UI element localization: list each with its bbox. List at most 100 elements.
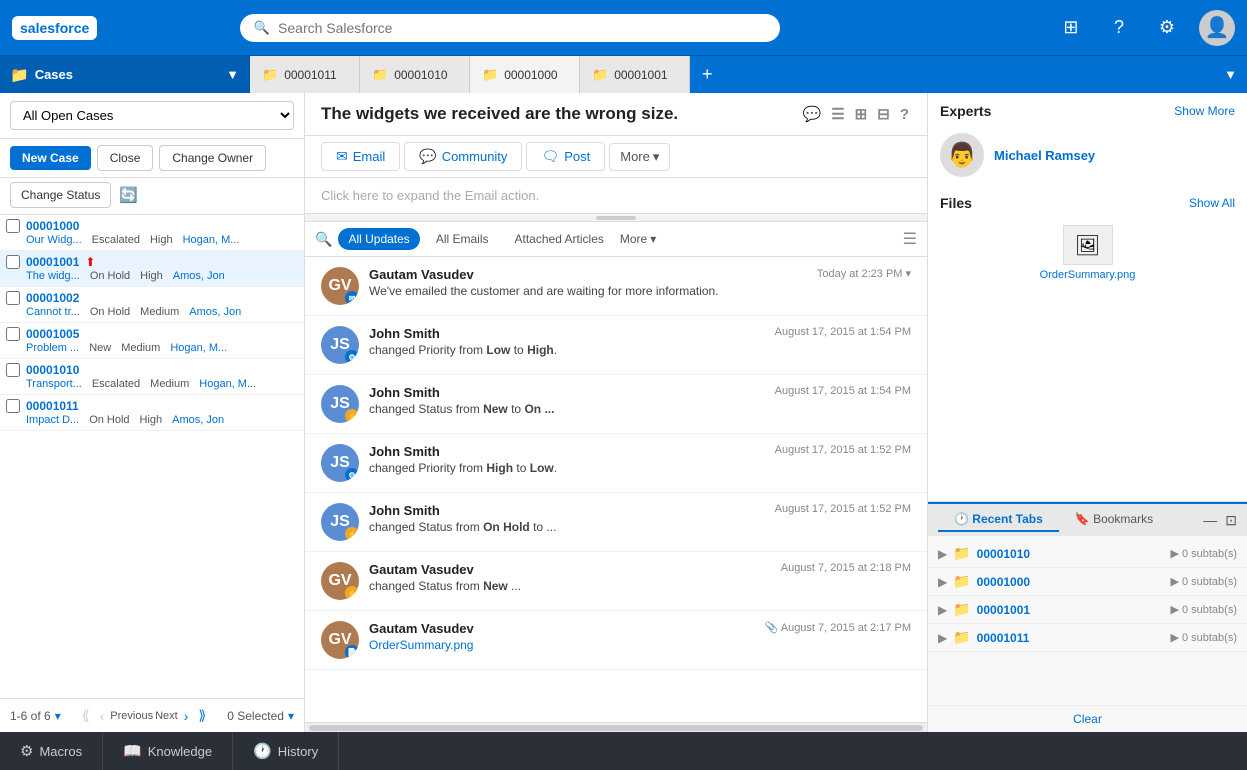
close-button[interactable]: Close: [97, 145, 154, 171]
question-icon[interactable]: ?: [898, 104, 911, 125]
cases-dropdown[interactable]: 📁 Cases ▼: [0, 56, 250, 93]
tab-00001001[interactable]: 📁 00001001: [580, 56, 690, 93]
tab-00001000[interactable]: 📁 00001000: [470, 56, 580, 93]
tab-add-button[interactable]: +: [692, 56, 723, 93]
grid-icon[interactable]: ⊞: [1055, 12, 1087, 44]
new-case-button[interactable]: New Case: [10, 146, 91, 170]
feed-badge-2: ⚡: [345, 409, 359, 423]
pagination-nav: ⟪ ‹ Previous Next › ⟫: [78, 705, 210, 726]
rt-toggle-1[interactable]: ▶: [938, 575, 947, 589]
refresh-icon[interactable]: 🔄: [119, 186, 138, 204]
case-checkbox-4[interactable]: [6, 363, 20, 377]
clear-button[interactable]: Clear: [928, 705, 1247, 732]
feed-avatar-5: GV ⚡: [321, 562, 359, 600]
tab-scroll-right[interactable]: ▼: [1214, 56, 1247, 93]
recent-tab-1[interactable]: ▶ 📁 00001000 ▶ 0 subtab(s): [928, 568, 1247, 596]
macros-tab[interactable]: ⚙ Macros: [0, 732, 103, 770]
case-row-0[interactable]: 00001000 Our Widg... Escalated High Hoga…: [0, 215, 304, 251]
feed-badge-3: ⚙: [345, 468, 359, 482]
email-action-area[interactable]: Click here to expand the Email action.: [305, 178, 927, 214]
post-action-tab[interactable]: 🗨 Post: [526, 142, 605, 171]
rb-tab-bookmarks[interactable]: 🔖 Bookmarks: [1059, 508, 1169, 532]
case-number-2[interactable]: 00001002: [26, 291, 79, 305]
show-more-experts[interactable]: Show More: [1174, 104, 1235, 118]
cases-dropdown-arrow[interactable]: ▼: [226, 67, 239, 82]
knowledge-tab[interactable]: 📖 Knowledge: [103, 732, 233, 770]
rt-sub-0[interactable]: ▶ 0 subtab(s): [1170, 547, 1237, 560]
case-row-2[interactable]: 00001002 Cannot tr... On Hold Medium Amo…: [0, 287, 304, 323]
filter-all-updates[interactable]: All Updates: [338, 228, 419, 250]
case-checkbox-1[interactable]: [6, 255, 20, 269]
sidebar-actions: New Case Close Change Owner: [0, 139, 304, 178]
case-row-4[interactable]: 00001010 Transport... Escalated Medium H…: [0, 359, 304, 395]
rb-tab-recent[interactable]: 🕐 Recent Tabs: [938, 508, 1059, 532]
feed-item-3: JS ⚙ John Smith August 17, 2015 at 1:52 …: [305, 434, 927, 493]
case-row-5[interactable]: 00001011 Impact D... On Hold High Amos, …: [0, 395, 304, 431]
case-row-1[interactable]: 00001001 ⬆ The widg... On Hold High Amos…: [0, 251, 304, 287]
rt-toggle-2[interactable]: ▶: [938, 603, 947, 617]
rt-sub-3[interactable]: ▶ 0 subtab(s): [1170, 631, 1237, 644]
rb-expand-icon[interactable]: ⊡: [1225, 512, 1237, 529]
tab-00001010[interactable]: 📁 00001010: [360, 56, 470, 93]
case-title-icons: 💬 ☰ ⊞ ⊟ ?: [801, 103, 911, 125]
macros-label: Macros: [39, 744, 82, 759]
rt-sub-2[interactable]: ▶ 0 subtab(s): [1170, 603, 1237, 616]
avatar[interactable]: 👤: [1199, 10, 1235, 46]
filter-all-emails[interactable]: All Emails: [426, 228, 499, 250]
file-item-0[interactable]: 🖼 OrderSummary.png: [940, 219, 1235, 287]
case-number-4[interactable]: 00001010: [26, 363, 79, 377]
selected-dropdown-icon[interactable]: ▾: [288, 709, 294, 723]
search-icon: 🔍: [254, 20, 270, 36]
comment-icon[interactable]: 💬: [801, 103, 824, 125]
pag-prev-btn[interactable]: ‹: [96, 706, 109, 726]
pagination-dropdown-icon[interactable]: ▾: [55, 709, 61, 723]
rt-toggle-0[interactable]: ▶: [938, 547, 947, 561]
settings-icon[interactable]: ⚙: [1151, 12, 1183, 44]
filter-more[interactable]: More ▾: [620, 232, 656, 246]
table-icon[interactable]: ⊟: [875, 103, 892, 125]
case-number-5[interactable]: 00001011: [26, 399, 79, 413]
feed-search-icon[interactable]: 🔍: [315, 231, 332, 248]
history-tab[interactable]: 🕐 History: [233, 732, 339, 770]
pag-first-btn[interactable]: ⟪: [78, 705, 94, 726]
case-row-3[interactable]: 00001005 Problem ... New Medium Hogan, M…: [0, 323, 304, 359]
list-icon[interactable]: ☰: [829, 103, 846, 125]
feed-time-6: 📎 August 7, 2015 at 2:17 PM: [765, 621, 911, 634]
expert-name-0[interactable]: Michael Ramsey: [994, 148, 1095, 163]
feed-badge-5: ⚡: [345, 586, 359, 600]
cases-filter-dropdown[interactable]: All Open Cases: [10, 101, 294, 130]
search-bar[interactable]: 🔍: [240, 14, 780, 42]
community-action-tab[interactable]: 💬 Community: [404, 142, 522, 171]
pag-next-btn[interactable]: ›: [180, 706, 193, 726]
rt-sub-1[interactable]: ▶ 0 subtab(s): [1170, 575, 1237, 588]
recent-tab-3[interactable]: ▶ 📁 00001011 ▶ 0 subtab(s): [928, 624, 1247, 652]
email-action-tab[interactable]: ✉ Email: [321, 142, 400, 171]
file-thumbnail-0: 🖼: [1063, 225, 1113, 265]
grid-view-icon[interactable]: ⊞: [853, 103, 870, 125]
rb-minimize-icon[interactable]: —: [1203, 512, 1217, 529]
case-list: 00001000 Our Widg... Escalated High Hoga…: [0, 215, 304, 698]
rt-toggle-3[interactable]: ▶: [938, 631, 947, 645]
case-checkbox-2[interactable]: [6, 291, 20, 305]
search-input[interactable]: [278, 20, 766, 36]
show-all-files[interactable]: Show All: [1189, 196, 1235, 210]
recent-tab-0[interactable]: ▶ 📁 00001010 ▶ 0 subtab(s): [928, 540, 1247, 568]
case-number-0[interactable]: 00001000: [26, 219, 79, 233]
rt-folder-1: 📁: [953, 573, 970, 590]
actions-more-dropdown[interactable]: More ▾: [609, 143, 670, 171]
feed-sort-icon[interactable]: ☰: [903, 229, 917, 249]
file-name-0: OrderSummary.png: [1040, 269, 1136, 281]
case-checkbox-3[interactable]: [6, 327, 20, 341]
tab-00001011[interactable]: 📁 00001011: [250, 56, 360, 93]
case-number-3[interactable]: 00001005: [26, 327, 79, 341]
filter-attached-articles[interactable]: Attached Articles: [505, 228, 614, 250]
horizontal-scrollbar[interactable]: [305, 722, 927, 732]
recent-tab-2[interactable]: ▶ 📁 00001001 ▶ 0 subtab(s): [928, 596, 1247, 624]
pag-last-btn[interactable]: ⟫: [194, 705, 210, 726]
case-checkbox-5[interactable]: [6, 399, 20, 413]
help-icon[interactable]: ?: [1103, 12, 1135, 44]
case-number-1[interactable]: 00001001: [26, 255, 79, 269]
case-checkbox-0[interactable]: [6, 219, 20, 233]
change-owner-button[interactable]: Change Owner: [159, 145, 266, 171]
change-status-button[interactable]: Change Status: [10, 182, 111, 208]
